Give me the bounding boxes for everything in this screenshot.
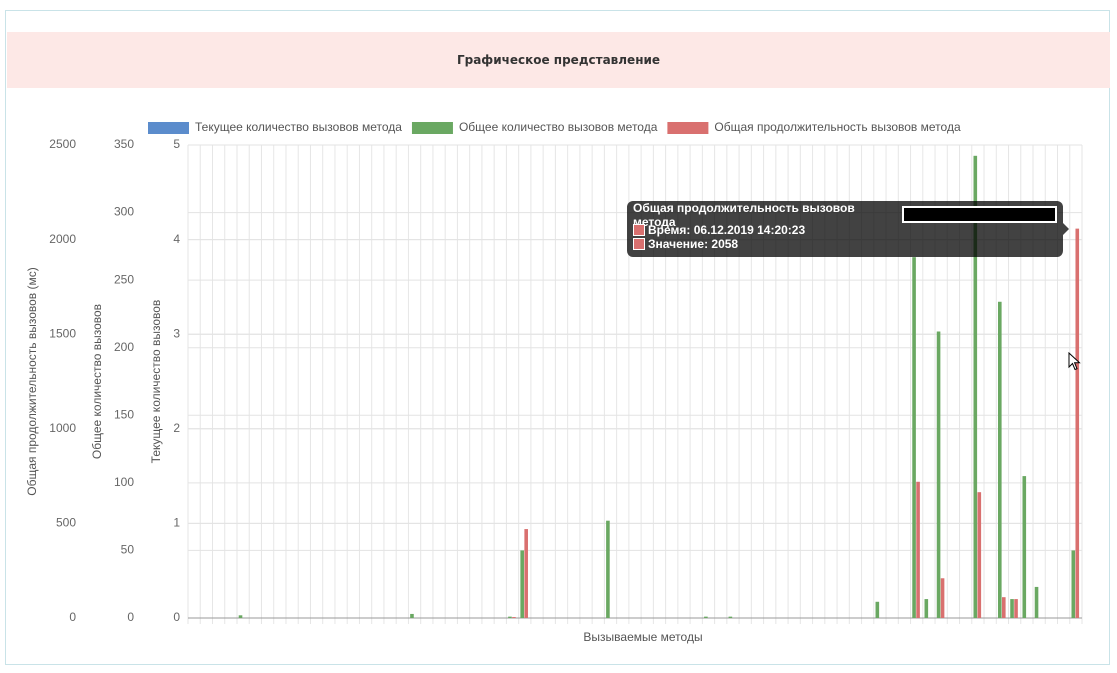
y-tick-label: 3 bbox=[173, 326, 180, 340]
bar bbox=[1075, 228, 1080, 618]
bar bbox=[936, 331, 941, 618]
bar bbox=[1010, 599, 1014, 618]
y-tick-label: 1500 bbox=[49, 326, 76, 340]
bar bbox=[1071, 550, 1076, 618]
bar bbox=[1034, 586, 1039, 618]
y-tick-label: 1 bbox=[173, 516, 180, 530]
bar bbox=[875, 601, 880, 618]
y-axis-title: Общая продолжительность вызовов (мс) bbox=[25, 267, 39, 496]
legend-swatch bbox=[667, 122, 709, 134]
bar bbox=[512, 617, 516, 618]
bar bbox=[410, 613, 414, 618]
chart-tooltip: Общая продолжительность вызовов метода В… bbox=[627, 201, 1069, 257]
y-tick-label: 300 bbox=[114, 205, 134, 219]
y-axis-title: Общее количество вызовов bbox=[90, 304, 104, 459]
bar bbox=[997, 301, 1002, 618]
tooltip-swatch bbox=[633, 224, 645, 236]
bar bbox=[704, 616, 708, 618]
tooltip-swatch bbox=[633, 238, 645, 250]
y-tick-label: 2500 bbox=[49, 137, 76, 151]
x-axis-title: Вызываемые методы bbox=[583, 630, 702, 644]
bar bbox=[1001, 597, 1006, 618]
tooltip-caret bbox=[1063, 223, 1069, 235]
y-tick-label: 0 bbox=[173, 610, 180, 624]
y-tick-label: 200 bbox=[114, 340, 134, 354]
mouse-cursor-icon bbox=[1068, 352, 1081, 371]
y-tick-label: 150 bbox=[114, 407, 134, 421]
y-tick-label: 2000 bbox=[49, 232, 76, 246]
tooltip-value: Значение: 2058 bbox=[648, 237, 739, 251]
legend-label: Текущее количество вызовов метода bbox=[195, 120, 402, 134]
y-tick-label: 2 bbox=[173, 421, 180, 435]
bar bbox=[924, 599, 929, 618]
tooltip-time: Время: 06.12.2019 14:20:23 bbox=[648, 223, 806, 237]
y-tick-label: 350 bbox=[114, 137, 134, 151]
bar bbox=[606, 520, 610, 618]
bar bbox=[1022, 476, 1027, 618]
bar bbox=[238, 615, 243, 618]
legend-swatch bbox=[411, 122, 453, 134]
legend-label: Общее количество вызовов метода bbox=[459, 120, 658, 134]
redacted-box bbox=[901, 206, 1057, 223]
bar bbox=[728, 616, 733, 618]
bar-chart: 0 1 2 3 4 5 Текущее количество вызовов 0 50 100 15… bbox=[25, 120, 1083, 644]
y-tick-label: 250 bbox=[114, 272, 134, 286]
bar bbox=[916, 481, 920, 618]
bar bbox=[940, 578, 945, 618]
y-tick-label: 100 bbox=[114, 475, 134, 489]
bar bbox=[977, 492, 982, 618]
bar bbox=[520, 550, 524, 618]
y-tick-label: 0 bbox=[69, 610, 76, 624]
bar bbox=[912, 257, 916, 618]
y-tick-label: 1000 bbox=[49, 421, 76, 435]
y-tick-label: 4 bbox=[173, 232, 180, 246]
legend-swatch bbox=[148, 122, 189, 134]
legend-label: Общая продолжительность вызовов метода bbox=[714, 120, 961, 134]
y-tick-label: 50 bbox=[121, 543, 135, 557]
y-tick-label: 0 bbox=[127, 610, 134, 624]
y-axis-title: Текущее количество вызовов bbox=[149, 300, 163, 464]
bar bbox=[508, 616, 512, 618]
y-tick-label: 500 bbox=[56, 516, 76, 530]
bar bbox=[1014, 599, 1018, 618]
y-tick-label: 5 bbox=[173, 137, 180, 151]
bar bbox=[524, 529, 528, 618]
